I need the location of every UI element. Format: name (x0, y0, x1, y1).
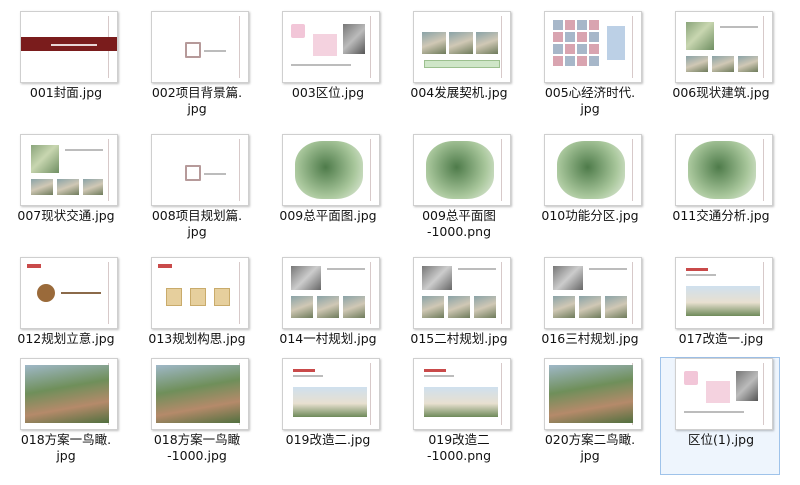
file-name-label: 008项目规划篇. jpg (151, 208, 243, 239)
file-item[interactable]: 011交通分析.jpg (660, 133, 780, 251)
file-name-label: 009总平面图 -1000.png (422, 208, 496, 239)
file-thumbnail[interactable] (151, 11, 249, 83)
file-name-label: 012规划立意.jpg (17, 331, 115, 346)
file-thumbnail[interactable] (675, 11, 773, 83)
file-item[interactable]: 018方案一鸟瞰. jpg (5, 357, 125, 475)
file-thumbnail[interactable] (282, 257, 380, 329)
file-thumbnail[interactable] (20, 358, 118, 430)
file-item[interactable]: 001封面.jpg (5, 10, 125, 128)
file-item[interactable]: 019改造二 -1000.png (398, 357, 518, 475)
file-name-label: 017改造一.jpg (678, 331, 764, 346)
file-thumbnail[interactable] (282, 134, 380, 206)
file-thumbnail[interactable] (544, 257, 642, 329)
file-name-label: 003区位.jpg (291, 85, 365, 100)
file-thumbnail[interactable] (675, 134, 773, 206)
file-item[interactable]: 009总平面图 -1000.png (398, 133, 518, 251)
file-thumbnail[interactable] (151, 358, 249, 430)
file-grid: 001封面.jpg 002项目背景篇. jpg 003区位.jpg 004发展契机.j… (0, 0, 800, 485)
file-name-label: 015二村规划.jpg (410, 331, 508, 346)
file-thumbnail[interactable] (544, 11, 642, 83)
file-name-label: 019改造二.jpg (285, 432, 371, 447)
file-name-label: 区位(1).jpg (687, 432, 755, 447)
file-item[interactable]: 004发展契机.jpg (398, 10, 518, 128)
file-name-label: 006现状建筑.jpg (672, 85, 770, 100)
file-item[interactable]: 019改造二.jpg (267, 357, 387, 475)
file-item[interactable]: 008项目规划篇. jpg (136, 133, 256, 251)
file-item[interactable]: 007现状交通.jpg (5, 133, 125, 251)
file-item[interactable]: 020方案二鸟瞰. jpg (529, 357, 649, 475)
file-name-label: 018方案一鸟瞰. jpg (20, 432, 112, 463)
file-thumbnail[interactable] (544, 134, 642, 206)
file-item[interactable]: 005心经济时代. jpg (529, 10, 649, 128)
file-thumbnail[interactable] (413, 257, 511, 329)
file-thumbnail[interactable] (20, 134, 118, 206)
file-name-label: 009总平面图.jpg (279, 208, 377, 223)
file-thumbnail[interactable] (151, 134, 249, 206)
file-name-label: 019改造二 -1000.png (426, 432, 492, 463)
file-name-label: 018方案一鸟瞰 -1000.jpg (153, 432, 241, 463)
file-thumbnail[interactable] (413, 358, 511, 430)
file-thumbnail[interactable] (282, 11, 380, 83)
file-item[interactable]: 018方案一鸟瞰 -1000.jpg (136, 357, 256, 475)
file-name-label: 020方案二鸟瞰. jpg (544, 432, 636, 463)
file-thumbnail[interactable] (20, 11, 118, 83)
file-thumbnail[interactable] (675, 257, 773, 329)
file-item[interactable]: 006现状建筑.jpg (660, 10, 780, 128)
file-thumbnail[interactable] (544, 358, 642, 430)
file-name-label: 011交通分析.jpg (672, 208, 770, 223)
file-item[interactable]: 003区位.jpg (267, 10, 387, 128)
file-thumbnail[interactable] (413, 134, 511, 206)
file-name-label: 014一村规划.jpg (279, 331, 377, 346)
file-name-label: 007现状交通.jpg (17, 208, 115, 223)
file-name-label: 001封面.jpg (29, 85, 103, 100)
file-thumbnail[interactable] (20, 257, 118, 329)
file-name-label: 002项目背景篇. jpg (151, 85, 243, 116)
file-thumbnail[interactable] (413, 11, 511, 83)
file-name-label: 016三村规划.jpg (541, 331, 639, 346)
file-item[interactable]: 区位(1).jpg (660, 357, 780, 475)
file-item[interactable]: 009总平面图.jpg (267, 133, 387, 251)
file-name-label: 010功能分区.jpg (541, 208, 639, 223)
file-item[interactable]: 002项目背景篇. jpg (136, 10, 256, 128)
file-thumbnail[interactable] (675, 358, 773, 430)
file-thumbnail[interactable] (282, 358, 380, 430)
file-thumbnail[interactable] (151, 257, 249, 329)
file-item[interactable]: 010功能分区.jpg (529, 133, 649, 251)
file-name-label: 004发展契机.jpg (410, 85, 508, 100)
file-name-label: 005心经济时代. jpg (544, 85, 636, 116)
file-name-label: 013规划构思.jpg (148, 331, 246, 346)
